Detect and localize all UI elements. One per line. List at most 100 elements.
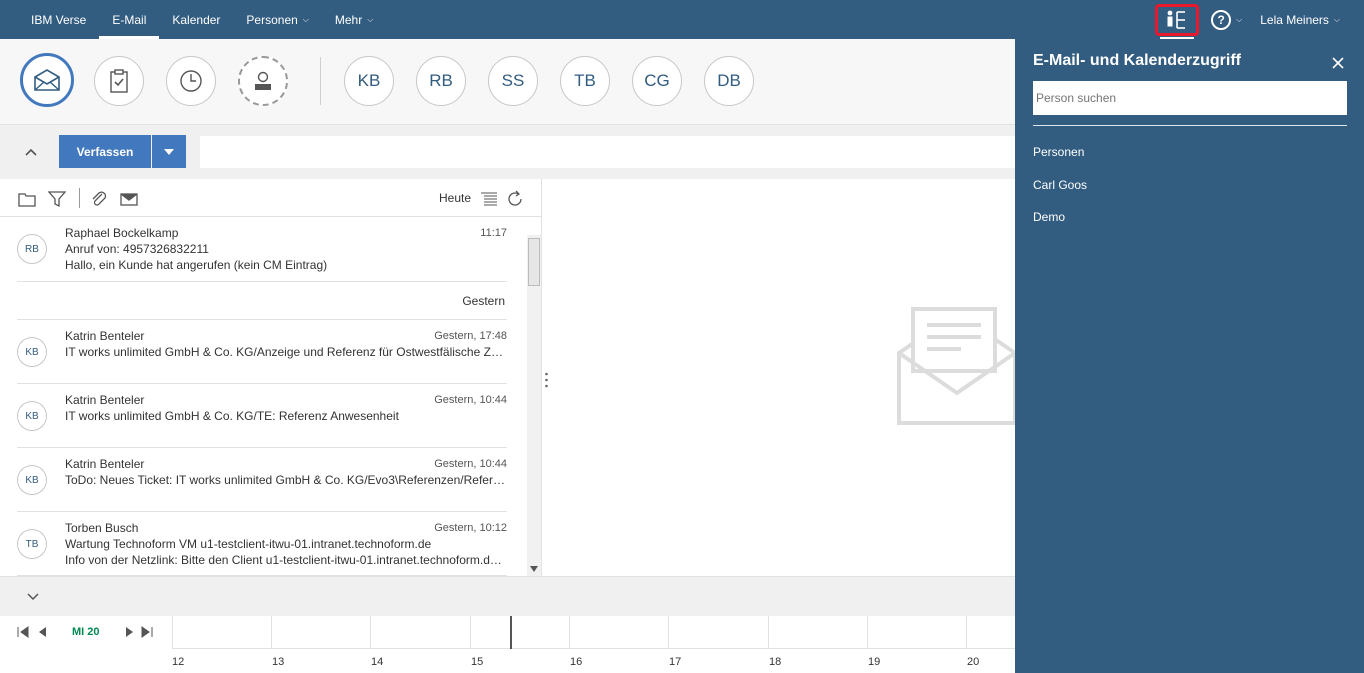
avatar: KB — [17, 465, 47, 495]
compose-button[interactable]: Verfassen — [59, 135, 151, 168]
mail-item[interactable]: KB Katrin Benteler Gestern, 10:44 ToDo: … — [17, 448, 507, 512]
avatar-initials: TB — [25, 538, 39, 550]
mail-subject: IT works unlimited GmbH & Co. KG/Anzeige… — [65, 345, 507, 359]
inbox-icon — [34, 69, 60, 91]
caret-down-icon — [164, 148, 174, 155]
mail-item[interactable]: KB Katrin Benteler Gestern, 10:44 IT wor… — [17, 384, 507, 448]
nav-more[interactable]: Mehr ⌵ — [322, 0, 386, 39]
last-page-icon[interactable] — [141, 626, 153, 638]
panel-item-carl-goos[interactable]: Carl Goos — [1033, 178, 1087, 192]
inbox-bubble[interactable] — [20, 53, 74, 107]
clipboard-icon — [110, 69, 128, 93]
nav-more-label: Mehr — [334, 12, 363, 27]
scroll-thumb[interactable] — [528, 238, 540, 286]
chevron-down-icon: ⌵ — [1333, 14, 1340, 24]
mail-search-input[interactable] — [199, 135, 1019, 169]
help-icon: ? — [1211, 9, 1232, 30]
chevron-down-icon: ⌵ — [367, 14, 374, 24]
timeline-hour-col — [470, 616, 471, 649]
delegate-access-button[interactable] — [1155, 3, 1200, 40]
previous-icon[interactable] — [37, 626, 49, 638]
unread-icon[interactable] — [120, 190, 138, 208]
mail-sender: Torben Busch — [65, 521, 139, 535]
person-bubble-label: SS — [501, 71, 525, 90]
mail-subject: ToDo: Neues Ticket: IT works unlimited G… — [65, 473, 507, 487]
avatar: KB — [17, 337, 47, 367]
hour-label: 17 — [669, 656, 682, 668]
person-search-input[interactable] — [1033, 81, 1347, 115]
avatar-initials: KB — [25, 346, 39, 358]
compose-options-button[interactable] — [152, 135, 186, 168]
refresh-icon[interactable] — [506, 190, 524, 208]
tasks-bubble[interactable] — [94, 56, 144, 106]
next-icon[interactable] — [123, 626, 135, 638]
chevron-down-icon[interactable] — [27, 592, 39, 602]
mail-list-toolbar: Heute — [0, 179, 542, 217]
mail-list-pane: Heute RB Raphael Bockelkamp 11:17 Anruf … — [0, 179, 542, 576]
top-navigation-bar: IBM Verse E-Mail Kalender Personen ⌵ Mehr… — [0, 0, 1364, 40]
list-density-icon[interactable] — [480, 190, 498, 208]
avatar: RB — [17, 234, 47, 264]
first-page-icon[interactable] — [17, 626, 29, 638]
mail-sender: Raphael Bockelkamp — [65, 226, 179, 240]
hour-label: 15 — [471, 656, 484, 668]
date-group-label: Gestern — [462, 294, 505, 308]
nav-people[interactable]: Personen ⌵ — [233, 0, 321, 39]
mail-sender: Katrin Benteler — [65, 393, 145, 407]
nav-people-label: Personen — [246, 12, 298, 27]
timeline-hour-col — [172, 616, 173, 649]
mail-item[interactable]: TB Torben Busch Gestern, 10:12 Wartung T… — [17, 512, 507, 576]
mail-subject: IT works unlimited GmbH & Co. KG/TE: Ref… — [65, 409, 399, 423]
user-menu[interactable]: Lela Meiners ⌵ — [1260, 13, 1340, 27]
calendar-strip-header — [0, 576, 1015, 616]
nav-ibm-verse[interactable]: IBM Verse — [18, 0, 99, 39]
add-person-bubble[interactable] — [238, 56, 288, 106]
mail-time: Gestern, 10:44 — [434, 458, 507, 470]
mail-snippet: Hallo, ein Kunde hat angerufen (kein CM … — [65, 258, 328, 272]
person-bubble-db[interactable]: DB — [704, 56, 754, 106]
timeline-hour-col — [569, 616, 570, 649]
nav-email-label: E-Mail — [112, 12, 147, 27]
mail-list-scrollbar[interactable] — [527, 235, 541, 576]
nav-calendar[interactable]: Kalender — [159, 0, 233, 39]
scroll-down-icon[interactable] — [530, 566, 538, 572]
timeline-hour-col — [370, 616, 371, 649]
hour-label: 18 — [769, 656, 782, 668]
avatar: TB — [17, 529, 47, 559]
person-bubble-tb[interactable]: TB — [560, 56, 610, 106]
waiting-bubble[interactable] — [166, 56, 216, 106]
panel-item-demo[interactable]: Demo — [1033, 210, 1065, 224]
timeline-nav — [17, 625, 49, 639]
chevron-up-icon[interactable] — [22, 143, 40, 161]
mail-time: Gestern, 17:48 — [434, 330, 507, 342]
person-bubble-ss[interactable]: SS — [488, 56, 538, 106]
filter-icon[interactable] — [48, 190, 66, 208]
help-menu[interactable]: ? ⌵ — [1211, 9, 1243, 30]
hour-label: 14 — [371, 656, 384, 668]
mail-item[interactable]: RB Raphael Bockelkamp 11:17 Anruf von: 4… — [17, 217, 507, 282]
person-bubble-cg[interactable]: CG — [632, 56, 682, 106]
panel-divider — [1033, 125, 1347, 126]
clock-icon — [180, 70, 202, 92]
close-icon[interactable] — [1331, 56, 1345, 70]
folder-icon[interactable] — [18, 190, 36, 208]
person-bubble-kb[interactable]: KB — [344, 56, 394, 106]
delegate-access-panel: E-Mail- und Kalenderzugriff Personen Car… — [1015, 39, 1364, 673]
timeline-hour-col — [768, 616, 769, 649]
envelope-placeholder-icon — [897, 307, 1015, 425]
mail-sender: Katrin Benteler — [65, 329, 145, 343]
person-bubble-label: TB — [574, 71, 596, 90]
mail-item[interactable]: KB Katrin Benteler Gestern, 17:48 IT wor… — [17, 320, 507, 384]
nav-email[interactable]: E-Mail — [99, 0, 160, 39]
timeline-hour-col — [867, 616, 868, 649]
person-bubble-label: DB — [717, 71, 741, 90]
hour-label: 20 — [967, 656, 980, 668]
person-bubble-rb[interactable]: RB — [416, 56, 466, 106]
attachment-icon[interactable] — [90, 190, 108, 208]
sort-label[interactable]: Heute — [439, 191, 471, 205]
pane-resize-handle[interactable] — [545, 372, 548, 388]
chevron-down-icon: ⌵ — [1236, 14, 1243, 24]
date-group-header: Gestern — [17, 282, 507, 320]
panel-item-people[interactable]: Personen — [1033, 145, 1084, 159]
timeline-grid[interactable] — [172, 616, 1015, 649]
